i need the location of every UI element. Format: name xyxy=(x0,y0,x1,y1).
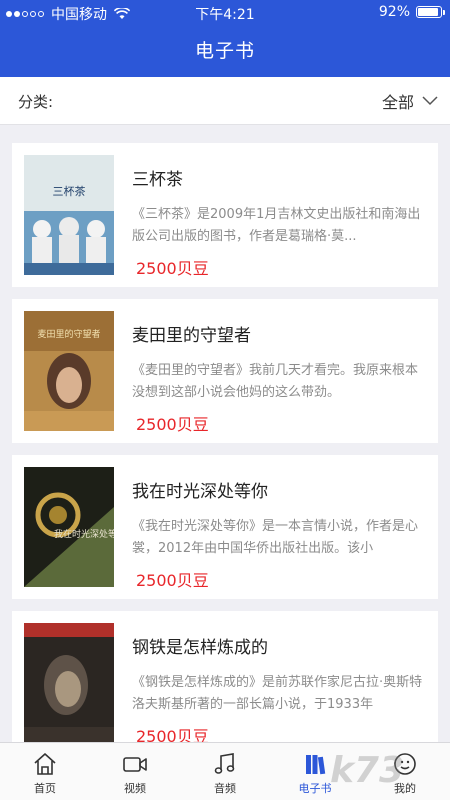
book-cover[interactable]: 我在时光深处等你 xyxy=(24,467,114,587)
book-card[interactable]: 三杯茶 三杯茶 《三杯茶》是2009年1月吉林文史出版社和南海出版公司出版的图书… xyxy=(12,143,438,287)
book-card[interactable]: 钢铁是怎样炼成的 《钢铁是怎样炼成的》是前苏联作家尼古拉·奥斯特洛夫斯基所著的一… xyxy=(12,611,438,755)
category-dropdown[interactable]: 全部 xyxy=(382,89,438,113)
book-price: 2500贝豆 xyxy=(136,415,209,434)
book-cover[interactable] xyxy=(24,623,114,743)
music-icon xyxy=(214,753,235,774)
book-price: 2500贝豆 xyxy=(136,259,209,278)
book-title: 三杯茶 xyxy=(132,170,183,190)
book-cover[interactable]: 麦田里的守望者 xyxy=(24,311,114,431)
battery-percent: 92% xyxy=(378,4,410,20)
book-price: 2500贝豆 xyxy=(136,571,209,590)
cover-title: 麦田里的守望者 xyxy=(37,328,100,340)
app-header: 中国移动 下午4:21 92% 电子书 xyxy=(0,0,450,77)
book-card[interactable]: 麦田里的守望者 麦田里的守望者 《麦田里的守望者》我前几天才看完。我原来根本没想… xyxy=(12,299,438,443)
chevron-down-icon xyxy=(422,96,438,106)
cover-title: 我在时光深处等你 xyxy=(54,528,114,540)
cover-title: 三杯茶 xyxy=(53,184,86,198)
status-right: 92% xyxy=(378,4,445,20)
category-label: 分类: xyxy=(18,93,54,111)
book-description: 《三杯茶》是2009年1月吉林文史出版社和南海出版公司出版的图书，作者是葛瑞格·… xyxy=(132,207,421,244)
status-bar: 中国移动 下午4:21 92% xyxy=(0,0,450,26)
book-description: 《我在时光深处等你》是一本言情小说，作者是心裳，2012年由中国华侨出版社出版。… xyxy=(132,519,419,556)
book-title: 钢铁是怎样炼成的 xyxy=(132,638,268,658)
tab-video[interactable]: 视频 xyxy=(90,743,180,800)
page-title: 电子书 xyxy=(194,40,255,62)
video-icon xyxy=(123,757,147,772)
tab-label: 音频 xyxy=(214,782,236,795)
tab-audio[interactable]: 音频 xyxy=(180,743,270,800)
home-icon xyxy=(34,753,56,775)
book-title: 我在时光深处等你 xyxy=(132,482,268,502)
tab-label: 视频 xyxy=(124,782,146,795)
battery-icon xyxy=(416,6,445,18)
tab-label: 首页 xyxy=(34,782,56,795)
category-selected: 全部 xyxy=(381,93,414,112)
filter-bar: 分类: 全部 xyxy=(0,77,450,125)
book-cover[interactable]: 三杯茶 xyxy=(24,155,114,275)
book-title: 麦田里的守望者 xyxy=(132,326,251,346)
watermark-logo: k73 xyxy=(330,750,404,791)
book-card[interactable]: 我在时光深处等你 我在时光深处等你 《我在时光深处等你》是一本言情小说，作者是心… xyxy=(12,455,438,599)
book-description: 《麦田里的守望者》我前几天才看完。我原来根本没想到这部小说会他妈的这么带劲。 xyxy=(132,363,419,400)
book-description: 《钢铁是怎样炼成的》是前苏联作家尼古拉·奥斯特洛夫斯基所著的一部长篇小说，于19… xyxy=(132,675,423,712)
battery-level xyxy=(418,8,439,16)
tab-home[interactable]: 首页 xyxy=(0,743,90,800)
watermark-text: k73 xyxy=(330,750,404,791)
